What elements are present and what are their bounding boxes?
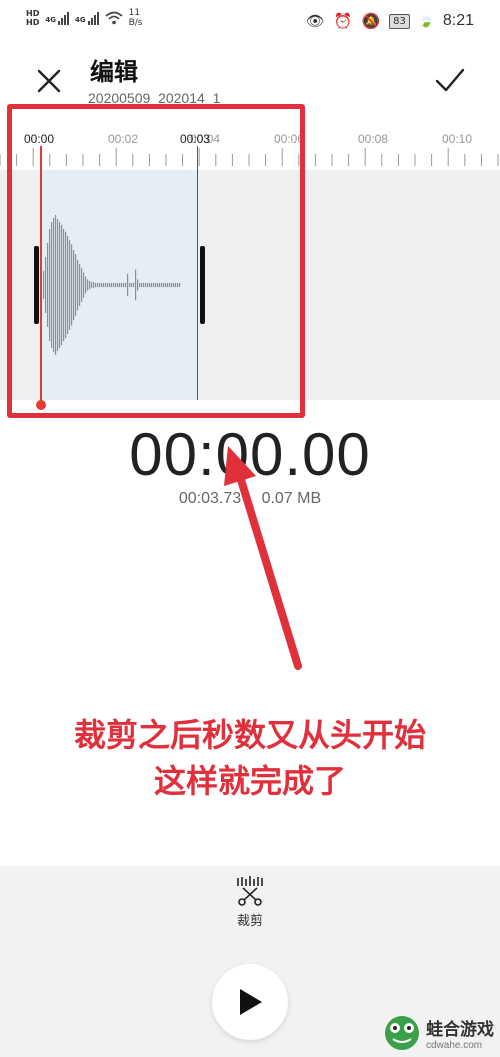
caption-line-2: 这样就完成了 — [153, 762, 346, 800]
hd-badge-2: HD — [26, 18, 40, 27]
close-icon[interactable] — [34, 66, 64, 96]
ruler-label: 00:10 — [442, 132, 473, 146]
clock: 8:21 — [442, 12, 474, 29]
status-bar: HD HD 4G 4G 11 B/s 👁 ⏰ 🔕 83 🍃 8:21 — [0, 0, 500, 44]
eye-icon: 👁 — [305, 12, 325, 30]
trim-label: 裁剪 — [236, 914, 263, 929]
hd-indicators: HD HD — [26, 9, 39, 27]
frog-logo-icon — [385, 1016, 419, 1050]
watermark-url: cdwahe.com — [426, 1040, 483, 1051]
annotation-caption: 裁剪之后秒数又从头开始 这样就完成了 — [0, 712, 500, 804]
wifi-icon — [105, 11, 123, 25]
hd-badge-1: HD — [26, 9, 40, 18]
signal-icon-2: 4G — [75, 11, 99, 25]
battery-icon: 83 — [389, 13, 410, 29]
trim-button[interactable]: 裁剪 — [220, 876, 280, 936]
check-icon[interactable] — [434, 66, 466, 94]
annotation-arrow — [224, 446, 302, 670]
alarm-icon: ⏰ — [333, 12, 353, 30]
scissors-icon — [237, 876, 263, 906]
leaf-icon: 🍃 — [418, 14, 434, 28]
signal-icon-1: 4G — [45, 11, 69, 25]
mute-bell-icon: 🔕 — [361, 12, 381, 30]
ruler-label: 00:08 — [358, 132, 389, 146]
caption-line-1: 裁剪之后秒数又从头开始 — [73, 716, 426, 754]
play-icon — [240, 989, 262, 1015]
annotation-box — [7, 104, 305, 418]
watermark: 蛙合游戏 cdwahe.com — [384, 1015, 494, 1051]
watermark-title: 蛙合游戏 — [426, 1020, 494, 1040]
network-speed: 11 B/s — [128, 8, 143, 28]
page-title: 编辑 — [90, 58, 138, 86]
play-button[interactable] — [212, 964, 288, 1040]
